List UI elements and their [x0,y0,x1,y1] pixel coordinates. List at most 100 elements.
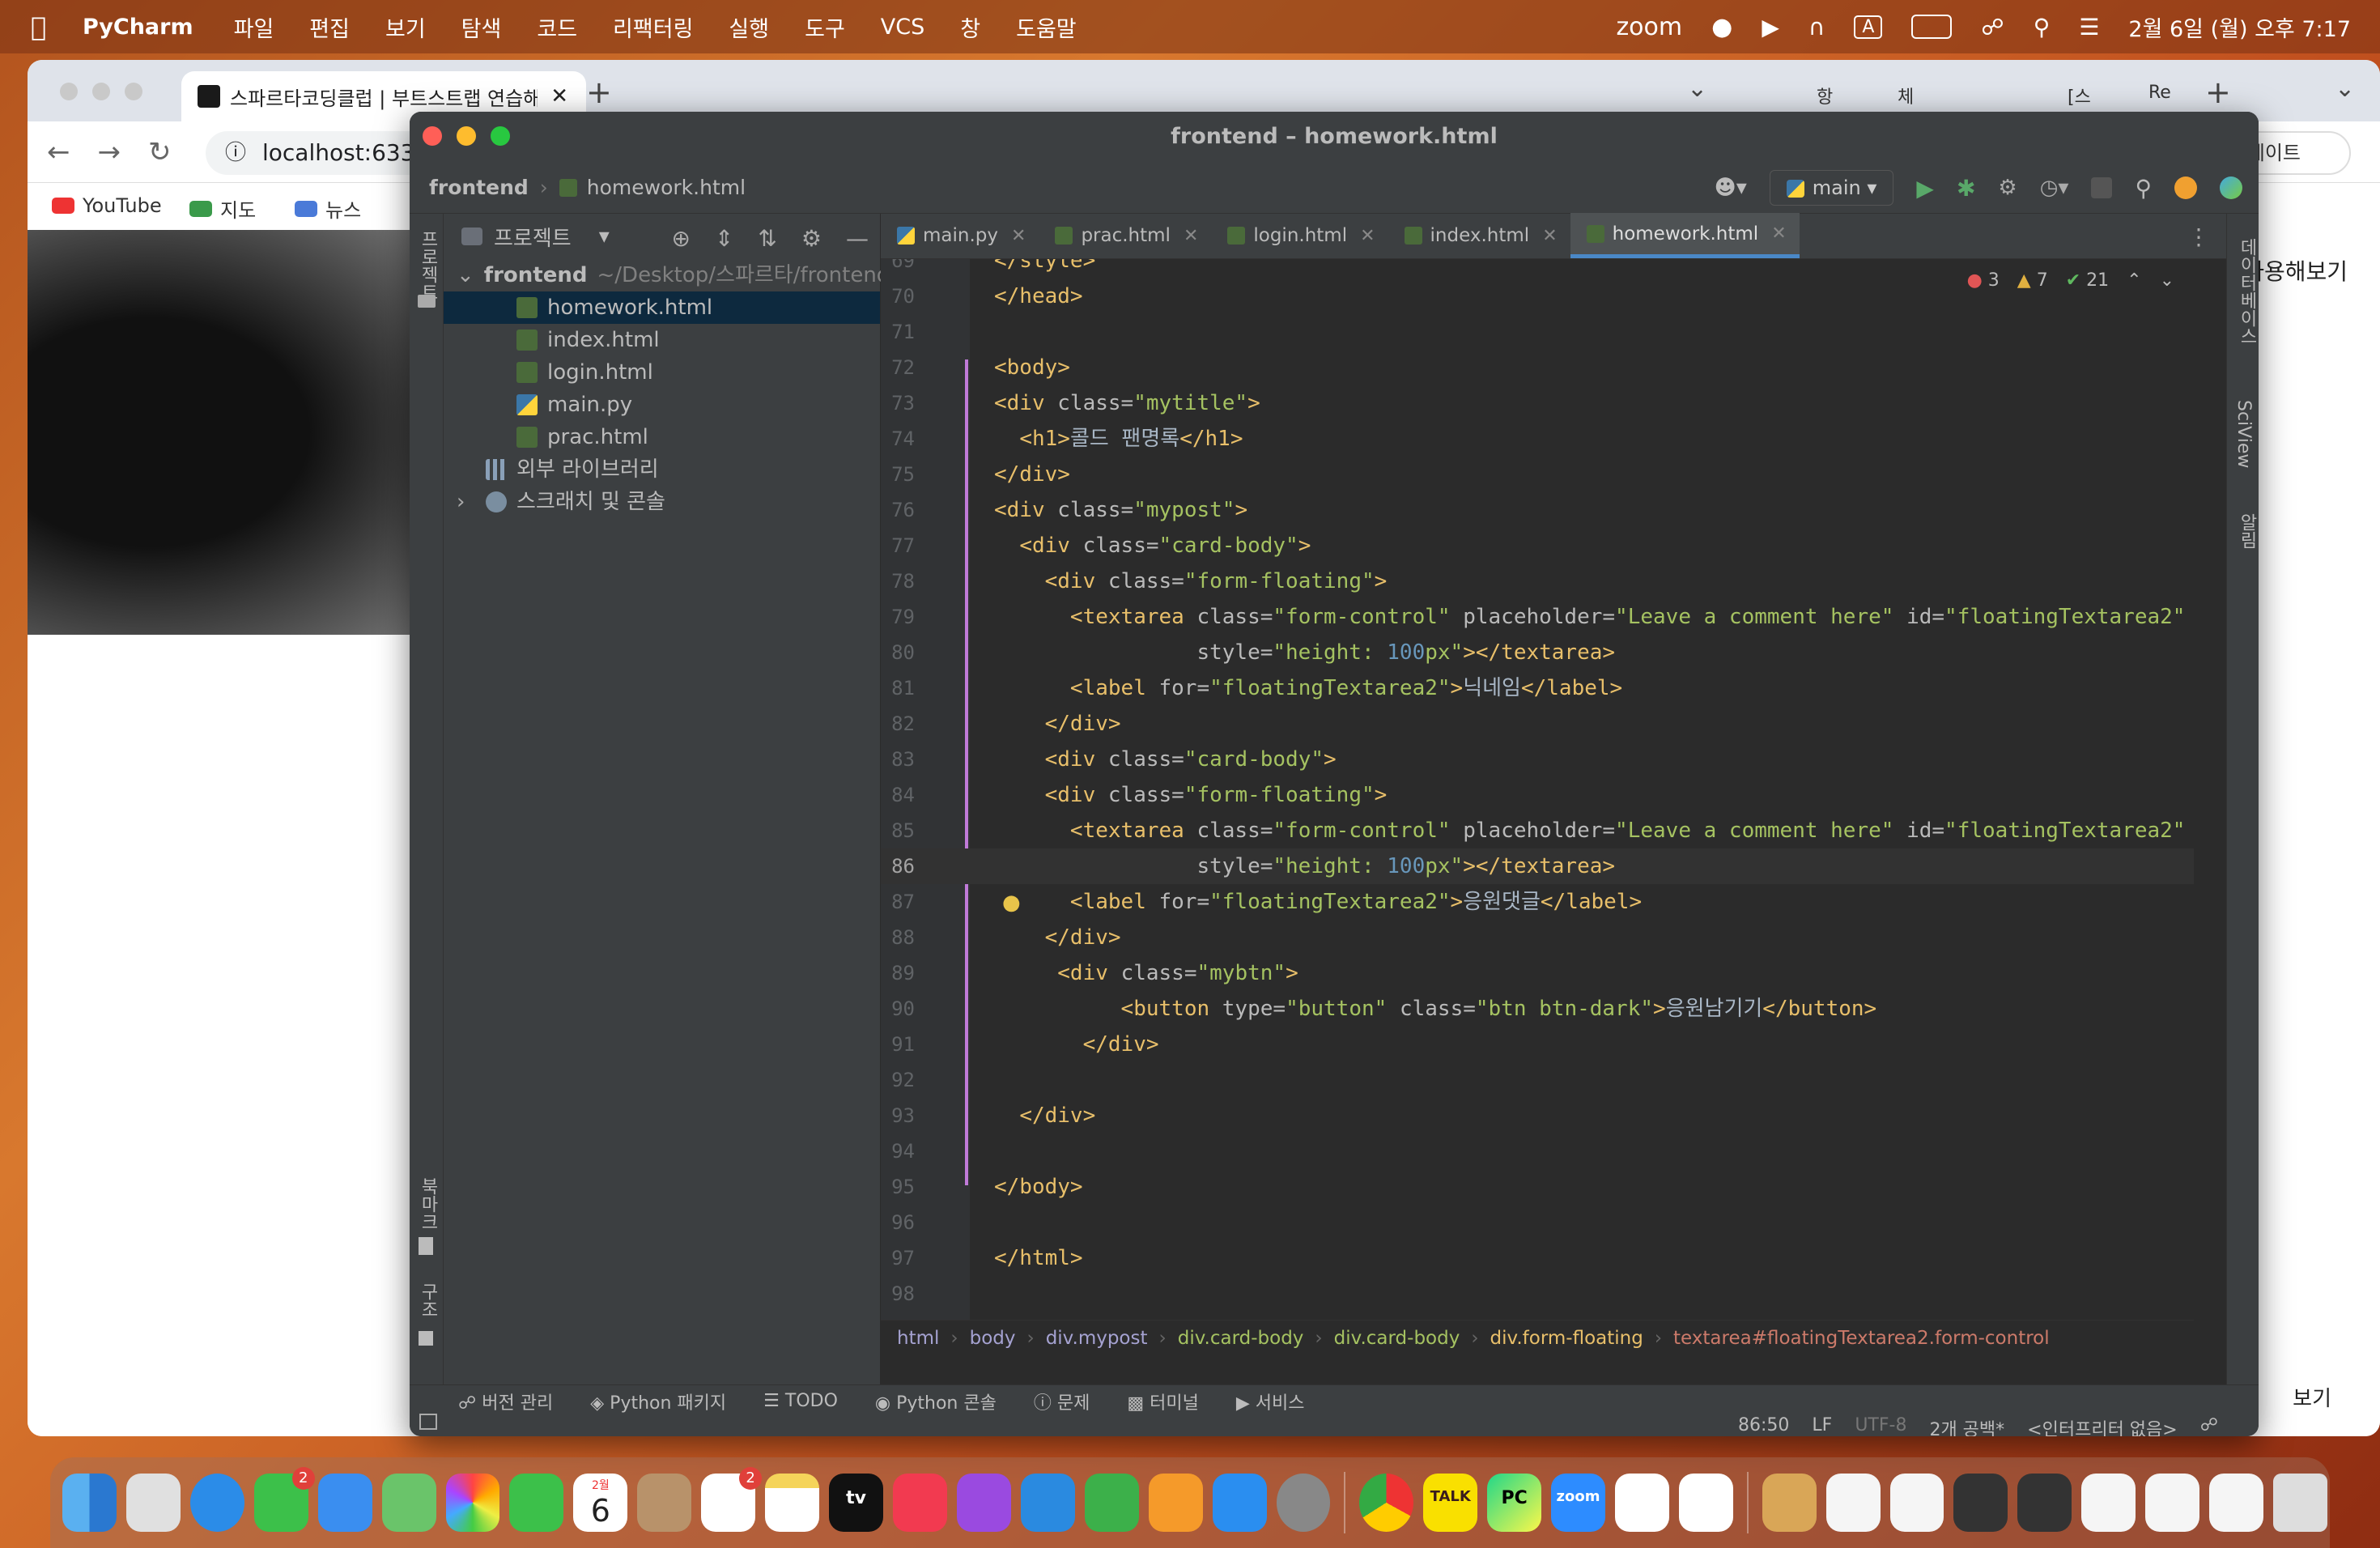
document-icon[interactable] [2145,1474,2200,1532]
nav-crumb-project[interactable]: frontend [429,176,529,199]
code-line[interactable]: 81 <label for="floatingTextarea2">닉네임</l… [881,670,2194,706]
tab-main-py[interactable]: main.py ✕ [881,213,1039,258]
updates-icon[interactable] [2174,176,2197,199]
code-line[interactable]: 96 [881,1205,2194,1240]
safari-icon[interactable] [189,1474,244,1532]
contacts-icon[interactable] [637,1474,692,1532]
max-dot[interactable] [125,83,142,100]
bookmarks-tool-label[interactable]: 북마크 [414,1177,440,1231]
airpods-icon[interactable]: ∩ [1808,14,1825,40]
archive-icon[interactable] [1762,1474,1817,1532]
interpreter-status[interactable]: <인터프리터 없음> [2027,1415,2178,1436]
close-dot[interactable] [60,83,78,100]
zoom-status[interactable]: zoom [1616,13,1682,41]
notifications-tool-label[interactable]: 알림 [2233,513,2259,549]
app-store-icon[interactable] [1212,1474,1267,1532]
app-menu[interactable]: PyCharm [83,15,193,40]
code-line[interactable]: 73 <div class="mytitle"> [881,385,2194,421]
zoom-icon[interactable]: zoom [1551,1474,1605,1532]
code-line[interactable]: 77 <div class="card-body"> [881,528,2194,563]
zoom-button[interactable] [491,126,510,146]
document-icon[interactable] [2081,1474,2136,1532]
coverage-icon[interactable]: ⚙ [1998,176,2017,200]
mail-icon[interactable] [317,1474,372,1532]
code-line[interactable]: 85 <textarea class="form-control" placeh… [881,813,2194,848]
tab-index-html[interactable]: index.html ✕ [1388,213,1570,258]
menu-edit[interactable]: 편집 [309,11,350,43]
finder-icon[interactable] [62,1474,117,1532]
tab-prac-html[interactable]: prac.html ✕ [1039,213,1211,258]
code-line[interactable]: 91 </div> [881,1027,2194,1062]
run-icon[interactable]: ▶ [1916,175,1934,202]
close-icon[interactable]: ✕ [550,84,568,108]
menu-navigate[interactable]: 탐색 [461,11,502,43]
chevron-right-icon[interactable]: › [457,486,486,518]
close-button[interactable] [423,126,442,146]
close-icon[interactable]: ✕ [1011,226,1026,246]
menu-run[interactable]: 실행 [729,11,769,43]
tree-file-main[interactable]: main.py [444,389,880,421]
code-line[interactable]: 87 <label for="floatingTextarea2">응원댓글</… [881,884,2194,920]
menu-tools[interactable]: 도구 [805,11,845,43]
reload-icon[interactable]: ↻ [148,136,172,168]
code-area[interactable]: ● 3 ▲ 7 ✔ 21 ⌃ ⌄ ● 69 </style> 70 </head> 71… [881,259,2194,1320]
launchpad-icon[interactable] [125,1474,181,1532]
close-icon[interactable]: ✕ [1184,226,1198,246]
gear-icon[interactable]: ⚙ [801,225,822,252]
play-icon[interactable]: ▶ [1762,14,1779,40]
tool-version-control[interactable]: ☍ 버전 관리 [458,1389,553,1414]
stop-icon[interactable] [2091,177,2113,198]
file-encoding[interactable]: UTF-8 [1855,1415,1906,1436]
chevron-down-icon[interactable]: ⌄ [2335,74,2355,103]
forward-icon[interactable]: → [98,136,121,168]
calendar-icon[interactable]: 2월 6 [573,1474,628,1532]
tool-terminal[interactable]: ▩ 터미널 [1127,1389,1199,1414]
more-tabs-icon[interactable]: ⋮ [2187,223,2210,250]
code-line[interactable]: 76 <div class="mypost"> [881,492,2194,528]
indent-setting[interactable]: 2개 공백* [1929,1415,2004,1436]
clock[interactable]: 2월 6일 (월) 오후 7:17 [2128,11,2351,43]
new-tab-icon[interactable]: + [586,74,612,110]
code-line[interactable]: 78 <div class="form-floating"> [881,563,2194,599]
music-icon[interactable] [892,1474,947,1532]
trash-icon[interactable] [2273,1474,2327,1532]
photos-icon[interactable] [445,1474,500,1532]
keynote-icon[interactable] [1020,1474,1075,1532]
code-line[interactable]: 79 <textarea class="form-control" placeh… [881,599,2194,635]
menu-code[interactable]: 코드 [537,11,577,43]
document-icon[interactable] [2017,1474,2072,1532]
tab-homework-html[interactable]: homework.html ✕ [1570,213,1800,258]
tree-scratches[interactable]: › 스크래치 및 콘솔 [444,486,880,518]
menu-refactor[interactable]: 리팩터링 [613,11,693,43]
user-icon[interactable]: ☻▾ [1715,176,1747,200]
code-line[interactable]: 93 </div> [881,1098,2194,1133]
ext-tab-4[interactable]: Re [2148,83,2171,103]
input-source-icon[interactable]: A [1854,15,1883,39]
control-center-icon[interactable]: ☰ [2079,14,2099,40]
code-line[interactable]: 75 </div> [881,457,2194,492]
tab-search-icon[interactable]: ⌄ [1687,74,1707,103]
locate-icon[interactable]: ⊕ [671,225,690,252]
menu-file[interactable]: 파일 [234,11,274,43]
code-line[interactable]: 94 [881,1133,2194,1169]
expand-all-icon[interactable]: ⇕ [715,225,733,252]
chevron-down-icon[interactable]: ▾ [599,224,610,249]
hide-icon[interactable]: — [846,225,869,252]
tool-todo[interactable]: ☰ TODO [763,1391,838,1411]
bottom-text[interactable]: 보기 [2293,1382,2331,1412]
apple-icon[interactable]:  [31,13,58,40]
bookmark-maps[interactable]: 지도 [189,194,256,223]
project-title[interactable]: 프로젝트 [494,222,572,252]
document-icon[interactable] [1953,1474,2008,1532]
close-icon[interactable]: ✕ [1360,226,1375,246]
messages-icon[interactable]: 2 [253,1467,315,1532]
settings-icon[interactable] [1276,1474,1331,1532]
profile-icon[interactable]: ◷▾ [2040,176,2069,200]
document-icon[interactable] [1825,1474,1881,1532]
code-line[interactable]: 69 </style> [881,259,2194,279]
search-icon[interactable]: ⚲ [2034,14,2051,40]
tree-file-login[interactable]: login.html [444,356,880,389]
lock-icon[interactable]: ☍ [2200,1415,2218,1436]
back-icon[interactable]: ← [47,136,70,168]
minimize-button[interactable] [457,126,476,146]
